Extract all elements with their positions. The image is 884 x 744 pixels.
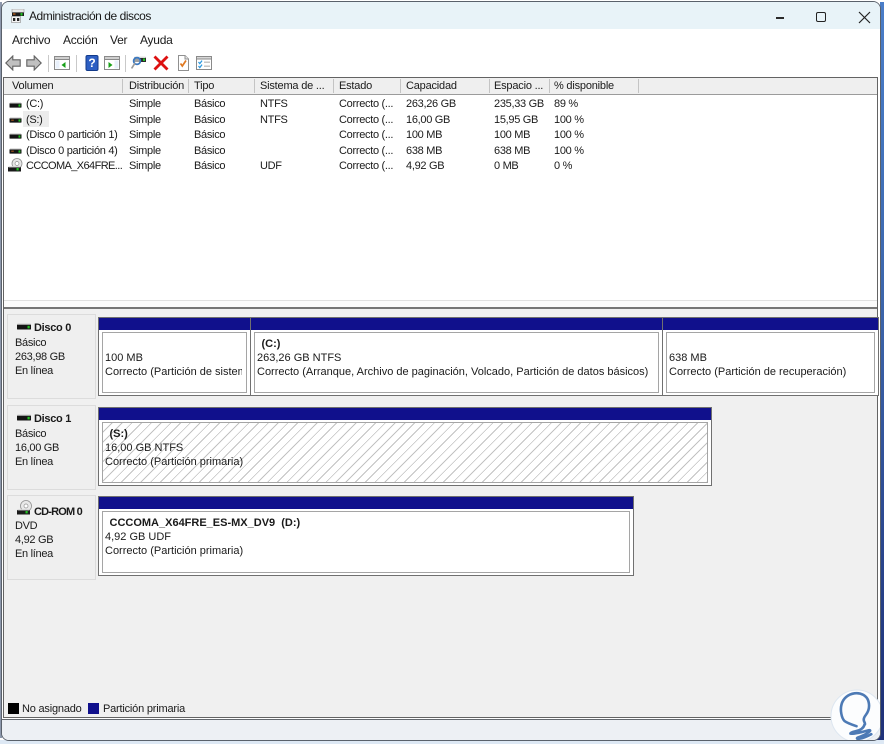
svg-text:?: ? [88, 56, 95, 70]
